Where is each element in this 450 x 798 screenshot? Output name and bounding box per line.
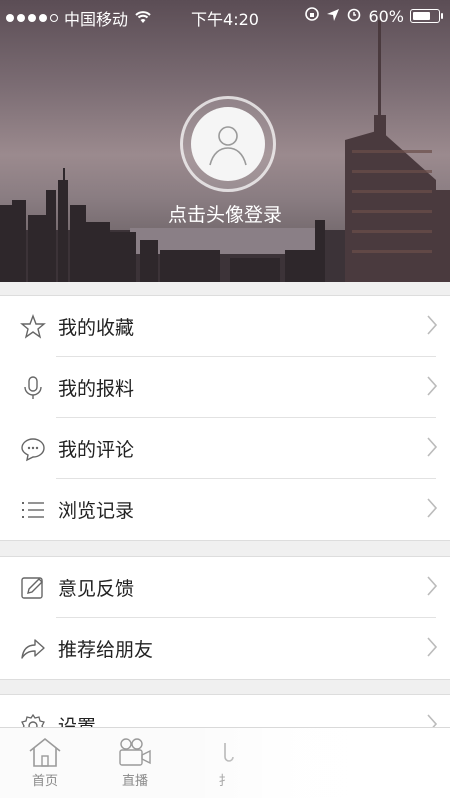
video-camera-icon (90, 734, 180, 770)
edit-icon (20, 575, 46, 601)
menu-item-feedback[interactable]: 意见反馈 (0, 557, 450, 618)
tab-label: 直播 (121, 774, 148, 789)
tab-label: 首页 (31, 774, 58, 789)
chevron-right-icon (426, 497, 438, 523)
menu-item-history[interactable]: 浏览记录 (0, 479, 450, 540)
chevron-right-icon (426, 436, 438, 462)
home-icon (0, 734, 90, 770)
tab-live[interactable]: 直播 (90, 734, 180, 789)
chevron-right-icon (426, 314, 438, 340)
star-icon (20, 313, 46, 340)
user-icon (209, 126, 247, 166)
menu-item-label: 我的收藏 (58, 317, 135, 339)
menu-item-label: 意见反馈 (58, 578, 135, 600)
microphone-icon (20, 375, 46, 401)
status-bar: 中国移动 下午4:20 60% (0, 0, 450, 30)
avatar-button[interactable] (180, 96, 276, 192)
battery-icon (410, 9, 443, 23)
avatar (191, 107, 265, 181)
menu-group-1: 我的收藏 我的报料 我的评论 浏览记录 (0, 295, 450, 541)
menu-item-recommend[interactable]: 推荐给朋友 (0, 618, 450, 679)
menu-item-comments[interactable]: 我的评论 (0, 418, 450, 479)
menu-group-2: 意见反馈 推荐给朋友 (0, 556, 450, 680)
menu-item-label: 推荐给朋友 (58, 639, 154, 661)
share-icon (20, 636, 46, 662)
menu-item-label: 浏览记录 (58, 500, 135, 522)
menu-item-tips[interactable]: 我的报料 (0, 357, 450, 418)
profile-header: 中国移动 下午4:20 60% 点击头像登录 (0, 0, 450, 282)
chevron-right-icon (426, 636, 438, 662)
alarm-icon (346, 6, 362, 26)
menu-item-label: 我的报料 (58, 378, 135, 400)
tabbar-fade-overlay (190, 728, 450, 798)
menu-item-label: 我的评论 (58, 439, 135, 461)
login-prompt[interactable]: 点击头像登录 (0, 200, 450, 227)
tab-home[interactable]: 首页 (0, 734, 90, 789)
list-icon (20, 497, 46, 523)
rotation-lock-icon (304, 6, 320, 26)
chevron-right-icon (426, 375, 438, 401)
location-icon (326, 7, 340, 26)
menu-item-favorites[interactable]: 我的收藏 (0, 296, 450, 357)
bottom-tab-bar: 首页 直播 扌 (0, 727, 450, 798)
battery-percent: 60% (368, 6, 404, 26)
comment-icon (20, 436, 46, 462)
chevron-right-icon (426, 575, 438, 601)
